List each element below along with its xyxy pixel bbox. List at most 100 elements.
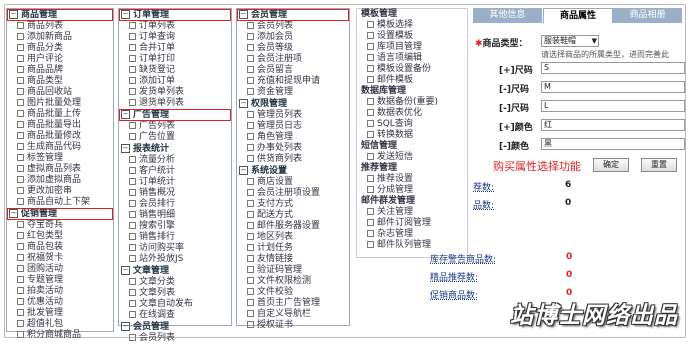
collapse-icon[interactable]: − [121, 144, 130, 153]
menu-item[interactable]: 办事处列表 [237, 143, 349, 154]
tab-goods-gallery[interactable]: 商品相册 [613, 8, 684, 23]
menu-item[interactable]: 分成管理 [357, 185, 467, 196]
menu-item[interactable]: 访问购买率 [119, 243, 231, 254]
menu-group-title[interactable]: 数据库管理 [357, 86, 467, 97]
menu-item[interactable]: 缺货登记 [119, 65, 231, 76]
menu-item[interactable]: 会员注册项设置 [237, 188, 349, 199]
collapse-icon[interactable]: − [121, 322, 130, 331]
menu-item[interactable]: 商品回收站 [7, 87, 113, 98]
tab-goods-attribute[interactable]: 商品属性 [542, 8, 614, 23]
collapse-icon[interactable]: − [239, 10, 248, 19]
menu-item[interactable]: 库项目管理 [357, 42, 467, 53]
menu-item[interactable]: 合并订单 [119, 43, 231, 54]
goods-type-select[interactable]: 服装鞋帽 ▼ [541, 35, 599, 47]
menu-item[interactable]: 广告位置 [119, 132, 231, 143]
attribute-value-input[interactable]: 红 [541, 119, 685, 131]
attribute-row-label[interactable]: [-]颜色 [499, 139, 529, 152]
collapse-icon[interactable]: − [121, 110, 130, 119]
menu-item[interactable]: 拍卖活动 [7, 286, 113, 297]
menu-item[interactable]: 支付方式 [237, 199, 349, 210]
menu-item[interactable]: 超值礼包 [7, 319, 113, 330]
menu-group[interactable]: − 文章管理 [119, 265, 231, 277]
menu-item[interactable]: 订单查询 [119, 32, 231, 43]
collapse-icon[interactable]: − [121, 10, 130, 19]
menu-item[interactable]: 数据表优化 [357, 108, 467, 119]
menu-item[interactable]: 会员列表 [119, 333, 231, 344]
menu-item[interactable]: 商品自动上下架 [7, 197, 113, 208]
menu-item[interactable]: 订单打印 [119, 54, 231, 65]
menu-group-title[interactable]: 模板管理 [357, 9, 467, 20]
menu-item[interactable]: 验证码管理 [237, 265, 349, 276]
menu-item[interactable]: 添加会员 [237, 32, 349, 43]
menu-item[interactable]: 关注管理 [357, 207, 467, 218]
menu-item[interactable]: 积分商城商品 [7, 330, 113, 341]
menu-item[interactable]: 更改加密串 [7, 186, 113, 197]
collapse-icon[interactable]: − [239, 166, 248, 175]
menu-item[interactable]: 管理员列表 [237, 110, 349, 121]
menu-item[interactable]: 自定义导航栏 [237, 309, 349, 320]
attribute-row-label[interactable]: [-]尺码 [499, 101, 529, 114]
menu-item[interactable]: 客户统计 [119, 166, 231, 177]
menu-item[interactable]: 首页主广告管理 [237, 298, 349, 309]
attribute-row-label[interactable]: [+]颜色 [499, 120, 533, 133]
menu-item[interactable]: 商品批量导出 [7, 120, 113, 131]
menu-item[interactable]: 设置模板 [357, 31, 467, 42]
menu-item[interactable]: 管理员日志 [237, 121, 349, 132]
menu-item[interactable]: 推荐设置 [357, 174, 467, 185]
attribute-row-label[interactable]: [+]尺码 [499, 63, 533, 76]
menu-item[interactable]: 商品分类 [7, 43, 113, 54]
menu-item[interactable]: 流量分析 [119, 155, 231, 166]
collapse-icon[interactable]: − [121, 266, 130, 275]
menu-item[interactable]: 邮件服务器设置 [237, 221, 349, 232]
menu-item[interactable]: 文件权限检测 [237, 276, 349, 287]
menu-item[interactable]: 添加新商品 [7, 32, 113, 43]
menu-item[interactable]: 地区列表 [237, 232, 349, 243]
menu-item[interactable]: 虚拟商品列表 [7, 164, 113, 175]
menu-item[interactable]: 生成商品代码 [7, 142, 113, 153]
menu-item[interactable]: 优惠活动 [7, 297, 113, 308]
menu-item[interactable]: 杂志管理 [357, 229, 467, 240]
menu-group[interactable]: − 会员管理 [237, 9, 349, 21]
menu-item[interactable]: 添加订单 [119, 76, 231, 87]
menu-item[interactable]: 祝福贺卡 [7, 253, 113, 264]
menu-group-title[interactable]: 邮件群发管理 [357, 196, 467, 207]
menu-item[interactable]: 添加虚拟商品 [7, 175, 113, 186]
menu-item[interactable]: 团购活动 [7, 264, 113, 275]
menu-item[interactable]: 销售明细 [119, 210, 231, 221]
menu-item[interactable]: 文章分类 [119, 277, 231, 288]
menu-item[interactable]: 文章列表 [119, 288, 231, 299]
menu-item[interactable]: 用户评论 [7, 54, 113, 65]
menu-item[interactable]: 邮件模板 [357, 75, 467, 86]
menu-item[interactable]: 模板选择 [357, 20, 467, 31]
menu-group[interactable]: − 系统设置 [237, 165, 349, 177]
menu-item[interactable]: 广告列表 [119, 121, 231, 132]
menu-item[interactable]: 图片批量处理 [7, 98, 113, 109]
menu-item[interactable]: 发货单列表 [119, 87, 231, 98]
menu-item[interactable]: 资金管理 [237, 87, 349, 98]
menu-item[interactable]: 搜索引擎 [119, 221, 231, 232]
menu-group[interactable]: − 订单管理 [119, 9, 231, 21]
menu-item[interactable]: 邮件队列管理 [357, 240, 467, 251]
menu-item[interactable]: 配送方式 [237, 210, 349, 221]
menu-item[interactable]: 会员留言 [237, 65, 349, 76]
menu-item[interactable]: 会员列表 [237, 21, 349, 32]
menu-item[interactable]: 数据备份(重要) [357, 97, 467, 108]
menu-item[interactable]: 商品批量上传 [7, 109, 113, 120]
menu-group-title[interactable]: 推荐管理 [357, 163, 467, 174]
menu-group[interactable]: − 会员管理 [119, 321, 231, 333]
menu-group[interactable]: − 报表统计 [119, 143, 231, 155]
menu-group[interactable]: − 商品管理 [7, 9, 113, 21]
collapse-icon[interactable]: − [9, 209, 18, 218]
menu-item[interactable]: 邮件订阅管理 [357, 218, 467, 229]
attribute-value-input[interactable]: M [541, 81, 685, 93]
menu-item[interactable]: 会员排行 [119, 199, 231, 210]
menu-item[interactable]: 商品批量修改 [7, 131, 113, 142]
collapse-icon[interactable]: − [239, 99, 248, 108]
menu-item[interactable]: 商品品牌 [7, 65, 113, 76]
menu-item[interactable]: 销售概况 [119, 188, 231, 199]
tab-other-info[interactable]: 其他信息 [473, 8, 543, 23]
menu-item[interactable]: 站外投放JS [119, 254, 231, 265]
attribute-value-input[interactable]: L [541, 100, 685, 112]
menu-item[interactable]: 红包类型 [7, 231, 113, 242]
menu-item[interactable]: 商品类型 [7, 76, 113, 87]
